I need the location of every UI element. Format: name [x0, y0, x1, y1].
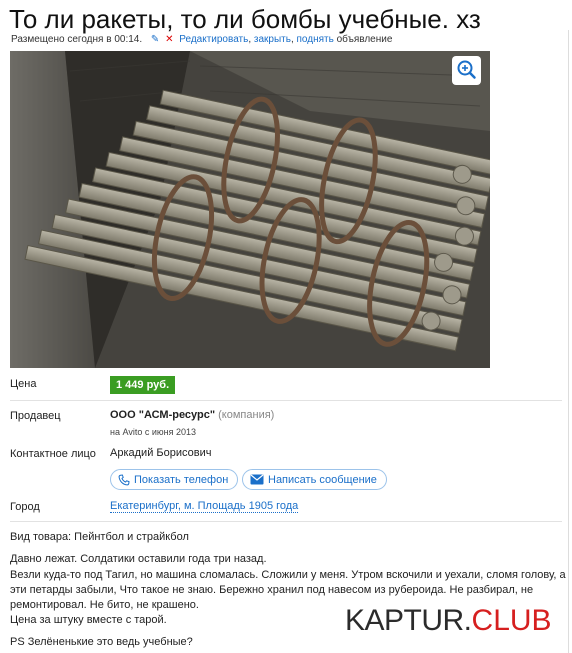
divider [10, 521, 562, 522]
listing-photo[interactable] [10, 51, 490, 368]
price-label: Цена [10, 378, 37, 390]
contact-label: Контактное лицо [10, 448, 96, 460]
right-divider [568, 30, 569, 653]
posted-time: Размещено сегодня в 00:14. [11, 34, 143, 45]
description-line: ремонтировал. Не бито, не крашено. [10, 599, 199, 611]
seller-name[interactable]: ООО "АСМ-ресурс" [110, 409, 215, 421]
seller-since: на Avito с июня 2013 [110, 427, 196, 437]
seller-name-line: ООО "АСМ-ресурс" (компания) [110, 409, 274, 421]
goods-type: Вид товара: Пейнтбол и страйкбол [10, 531, 189, 543]
photo-illustration [10, 51, 490, 368]
seller-label: Продавец [10, 410, 61, 422]
description-line: PS Зелёненькие это ведь учебные? [10, 636, 193, 648]
watermark-logo: KAPTUR.CLUB [342, 604, 552, 638]
listing-title: То ли ракеты, то ли бомбы учебные. хз [9, 4, 481, 34]
listing-meta: Размещено сегодня в 00:14. ✎ ✕ Редактиро… [11, 34, 393, 45]
edit-link[interactable]: Редактировать [179, 34, 248, 45]
price-badge: 1 449 руб. [110, 376, 176, 394]
close-x-icon: ✕ [165, 34, 174, 45]
actions-suffix: объявление [336, 34, 393, 45]
contact-name: Аркадий Борисович [110, 447, 212, 459]
description-line: Давно лежат. Солдатики оставили года три… [10, 553, 267, 565]
close-link[interactable]: закрыть [254, 34, 291, 45]
city-label: Город [10, 501, 40, 513]
raise-link[interactable]: поднять [297, 34, 334, 45]
pencil-icon: ✎ [150, 34, 160, 45]
description-line: Везли куда-то под Тагил, но машина слома… [10, 569, 566, 581]
phone-icon [118, 473, 130, 485]
envelope-icon [250, 474, 264, 485]
description-line: эти петарды забыли, Что такое не знаю. Б… [10, 584, 534, 596]
show-phone-label: Показать телефон [134, 473, 229, 486]
zoom-button[interactable] [452, 56, 481, 85]
write-message-label: Написать сообщение [268, 473, 377, 486]
write-message-button[interactable]: Написать сообщение [242, 469, 387, 490]
divider [10, 400, 562, 401]
city-link[interactable]: Екатеринбург, м. Площадь 1905 года [110, 500, 299, 513]
seller-kind: (компания) [218, 409, 275, 421]
zoom-in-icon [457, 60, 476, 79]
show-phone-button[interactable]: Показать телефон [110, 469, 239, 490]
description-line: Цена за штуку вместе с тарой. [10, 614, 167, 626]
